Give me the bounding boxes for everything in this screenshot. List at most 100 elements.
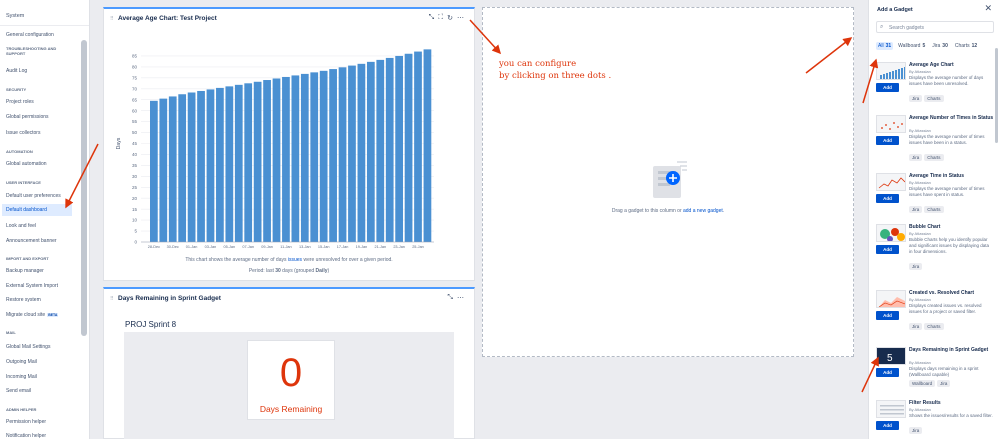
sidebar-item[interactable]: Look and feel: [6, 223, 36, 229]
sidebar-section-heading: AUTOMATION: [6, 149, 33, 154]
gadget-tag[interactable]: Jira: [909, 206, 923, 213]
gadget-tag[interactable]: Jira: [909, 323, 923, 330]
bar: [357, 63, 366, 242]
gadget-tag[interactable]: Jira: [909, 427, 923, 434]
tab-count: 12: [971, 43, 978, 49]
sidebar-item[interactable]: Global automation: [6, 161, 47, 167]
x-tick-label: 09-Jan: [261, 245, 273, 249]
gadget-tags: Jira Charts: [909, 206, 944, 213]
issues-link[interactable]: issues: [288, 257, 302, 263]
y-tick-label: 80: [132, 64, 138, 69]
y-tick-label: 30: [132, 174, 138, 179]
x-tick-label: 17-Jan: [337, 245, 349, 249]
add-gadget-button[interactable]: Add: [876, 421, 899, 430]
add-button-label: Add: [883, 370, 892, 375]
add-button-label: Add: [883, 85, 892, 90]
sidebar-item[interactable]: Default dashboard: [2, 204, 72, 216]
gadget-description: Displays the average number of days issu…: [909, 75, 984, 86]
bar: [329, 69, 337, 242]
add-gadget-button[interactable]: Add: [876, 311, 899, 320]
gadget-author: By Atlassian: [909, 128, 931, 133]
y-tick-label: 5: [134, 229, 137, 234]
y-tick-label: 75: [132, 75, 138, 80]
sidebar-item[interactable]: External System Import: [6, 283, 58, 289]
more-options-icon[interactable]: ⋯: [457, 294, 464, 302]
sidebar-item[interactable]: Issue collectors: [6, 130, 40, 136]
sidebar-scrollbar[interactable]: [81, 40, 87, 336]
sidebar-item[interactable]: Announcement banner: [6, 238, 57, 244]
sidebar-item-label: Default dashboard: [6, 207, 47, 213]
gadget-thumbnail: [876, 290, 906, 308]
sidebar-item[interactable]: Outgoing Mail: [6, 359, 37, 365]
gadget-author: By Atlassian: [909, 297, 931, 302]
search-icon: ⌕: [880, 24, 884, 30]
gadget-tag[interactable]: Wallboard: [909, 380, 936, 387]
svg-text:5: 5: [887, 353, 893, 364]
sidebar-item-label: Incoming Mail: [6, 374, 37, 380]
sidebar-item[interactable]: Restore system: [6, 297, 41, 303]
add-gadget-button[interactable]: Add: [876, 368, 899, 377]
panel-scrollbar[interactable]: [995, 48, 998, 143]
tab-jira[interactable]: Jira 30: [930, 42, 950, 50]
gadget-tag[interactable]: Jira: [909, 263, 923, 270]
tab-label: Charts: [954, 43, 970, 49]
y-tick-label: 65: [132, 97, 138, 102]
add-new-gadget-link[interactable]: add a new gadget: [683, 208, 723, 214]
sidebar-item[interactable]: Notification helper: [6, 433, 46, 439]
gadget-tag[interactable]: Charts: [924, 206, 944, 213]
add-gadget-button[interactable]: Add: [876, 83, 899, 92]
sprint-name: PROJ Sprint 8: [125, 320, 177, 329]
drag-handle-icon[interactable]: ⠿: [110, 296, 114, 302]
y-axis-label: Days: [116, 137, 122, 149]
bar: [244, 83, 253, 242]
gadget-tags: Jira Charts: [909, 95, 944, 102]
sidebar-item[interactable]: General configuration: [6, 32, 54, 38]
sidebar-item[interactable]: Project roles: [6, 99, 34, 105]
sidebar-item[interactable]: Audit Log: [6, 68, 27, 74]
close-icon[interactable]: ✕: [984, 3, 992, 14]
tab-count: 30: [942, 43, 948, 49]
gadget-title: Days Remaining in Sprint Gadget: [909, 347, 989, 353]
tab-wallboard[interactable]: Wallboard 5: [896, 42, 927, 50]
gadget-tag[interactable]: Charts: [924, 95, 944, 102]
gadget-tag[interactable]: Jira: [909, 154, 923, 161]
tab-all[interactable]: All 31: [876, 42, 894, 50]
gadget-thumbnail: [876, 173, 906, 191]
tab-charts[interactable]: Charts 12: [953, 42, 979, 50]
sidebar-item-label: Notification helper: [6, 433, 47, 439]
sidebar-item[interactable]: Default user preferences: [6, 193, 61, 199]
sidebar-item[interactable]: Permission helper: [6, 419, 46, 425]
sidebar-item-label: Default user preferences: [6, 193, 61, 199]
panel-title: Add a Gadget: [877, 7, 913, 13]
gadget-description: Shows the issues/results for a saved fil…: [909, 413, 993, 418]
y-tick-label: 25: [132, 185, 138, 190]
bar: [423, 49, 432, 242]
x-tick-label: 07-Jan: [242, 245, 254, 249]
sidebar-item-label: USER INTERFACE: [6, 180, 41, 185]
sidebar-item[interactable]: Backup manager: [6, 268, 44, 274]
gadget-tag[interactable]: Jira: [909, 95, 923, 102]
gadget-tag[interactable]: Charts: [924, 154, 944, 161]
gadget-description: Bubble Charts help you identify popular …: [909, 237, 990, 254]
add-gadget-button[interactable]: Add: [876, 194, 899, 203]
tab-label: All: [878, 43, 884, 49]
gadget-title: Bubble Chart: [909, 224, 941, 230]
sidebar-item[interactable]: Global permissions: [6, 114, 49, 120]
gadget-search-input[interactable]: ⌕ Search gadgets: [876, 21, 994, 33]
sidebar-section-heading: USER INTERFACE: [6, 180, 41, 185]
sidebar-item[interactable]: Migrate cloud site BETA: [6, 312, 59, 318]
sidebar-item-label: Backup manager: [6, 268, 44, 274]
gadget-description: Displays created issues vs. resolved iss…: [909, 303, 982, 314]
annotation-text: you can configure by clicking on three d…: [499, 59, 612, 81]
bar: [178, 94, 187, 242]
sidebar-item[interactable]: Global Mail Settings: [6, 344, 50, 350]
gadget-tag[interactable]: Charts: [924, 323, 944, 330]
minimize-icon[interactable]: ⤡: [447, 294, 453, 302]
y-tick-label: 50: [132, 130, 138, 135]
gadget-tag[interactable]: Jira: [937, 380, 951, 387]
add-gadget-button[interactable]: Add: [876, 136, 899, 145]
add-gadget-button[interactable]: Add: [876, 245, 899, 254]
sidebar-item[interactable]: Incoming Mail: [6, 374, 37, 380]
sidebar-item[interactable]: Send email: [6, 388, 31, 394]
x-tick-label: 23-Jan: [393, 245, 405, 249]
